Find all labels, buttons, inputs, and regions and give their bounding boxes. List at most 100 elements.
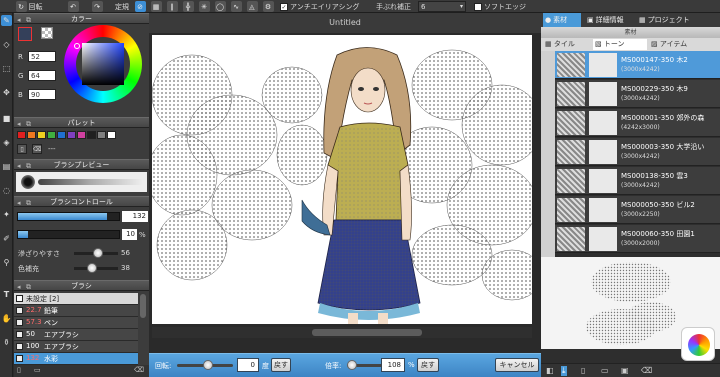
snap-settings-button[interactable]: ⚙ (262, 1, 274, 12)
blur-slider-knob[interactable] (93, 248, 103, 258)
move-tool[interactable]: ✥ (1, 87, 12, 98)
brush-list-item[interactable]: 22.7 鉛筆 (14, 305, 138, 317)
scroll-thumb[interactable] (312, 329, 422, 336)
image-icon[interactable]: ▣ (621, 366, 629, 375)
snap-parallel-button[interactable]: ∥ (166, 1, 178, 12)
hand-tool[interactable]: ✋ (1, 313, 12, 324)
rotate-slider-knob[interactable] (203, 360, 213, 370)
foreground-color-swatch[interactable] (18, 27, 32, 41)
soft-edge-checkbox[interactable]: ソフトエッジ (474, 1, 544, 12)
brush-list-item[interactable]: 57.3 ペン (14, 317, 138, 329)
cancel-button[interactable]: キャンセル (495, 358, 539, 372)
palette-panel-header[interactable]: ◂ ⧉ パレット (14, 117, 149, 128)
palette-swatch[interactable] (107, 131, 116, 139)
palette-swatch[interactable] (67, 131, 76, 139)
red-value-field[interactable]: 52 (28, 51, 56, 62)
download-icon[interactable]: ⤓ (561, 366, 567, 376)
tab-project[interactable]: ▦ プロジェクト (637, 13, 697, 27)
brush-list-scrollbar[interactable] (140, 294, 146, 318)
material-list-item[interactable]: MS000138-350 雲3 (3000x4242) (555, 167, 720, 195)
undo-button[interactable]: ↶ (64, 1, 82, 12)
material-list-item[interactable]: MS000001-350 郊外の森 (4242x3000) (555, 109, 720, 137)
category-icon[interactable]: ◧ (546, 366, 554, 375)
brush-size-slider[interactable] (17, 212, 120, 221)
redo-button[interactable]: ↷ (88, 1, 106, 12)
brush-size-field[interactable]: 132 (122, 211, 148, 222)
new-palette-button[interactable]: ▯ (17, 144, 27, 154)
subtab-item[interactable]: ▨ アイテム (649, 39, 709, 50)
material-list-item[interactable]: MS000147-350 木2 (3000x4242) (555, 51, 720, 79)
ruler-toggle[interactable]: ⊘ (134, 1, 146, 12)
color-picker-handle[interactable] (74, 43, 80, 49)
drawing-canvas[interactable] (152, 35, 532, 324)
material-size: (3000x2000) (621, 240, 660, 247)
gradient-tool[interactable]: ▤ (1, 161, 12, 172)
brush-delete-button[interactable]: ⌫ (134, 366, 144, 374)
select-tool[interactable]: ⬚ (1, 63, 12, 74)
snap-curve-button[interactable]: ∿ (230, 1, 242, 12)
text-tool[interactable]: T (1, 289, 12, 300)
brush-list-item[interactable]: 未設定 [2] (14, 293, 138, 305)
brush-add-button[interactable]: ▯ (17, 366, 21, 374)
snap-cross-button[interactable]: ╬ (182, 1, 194, 12)
palette-swatch[interactable] (57, 131, 66, 139)
palette-swatch[interactable] (17, 131, 26, 139)
antialias-checkbox[interactable]: ✓ アンチエイリアシング (280, 1, 375, 12)
lasso-tool[interactable]: ◌ (1, 185, 12, 196)
blue-value-field[interactable]: 90 (28, 89, 56, 100)
brush-preview-header[interactable]: ◂ ⧉ ブラシプレビュー (14, 159, 149, 170)
snap-radial-button[interactable]: ✳ (198, 1, 210, 12)
material-list-item[interactable]: MS000060-350 田園1 (3000x2000) (555, 225, 720, 253)
subtab-tone[interactable]: ▧ トーン (593, 39, 647, 50)
zoom-reset-button[interactable]: 戻す (417, 358, 439, 372)
folder-icon[interactable]: ▭ (601, 366, 609, 375)
palette-swatch[interactable] (87, 131, 96, 139)
stabilizer-select[interactable]: 6 ▾ (418, 1, 466, 12)
fill-tool[interactable]: ◈ (1, 137, 12, 148)
brush-list-item[interactable]: 50 エアブラシ (14, 329, 138, 341)
tab-material[interactable]: ● 素材 (543, 13, 581, 27)
ruler-button[interactable]: 定規 (112, 1, 132, 12)
page-icon[interactable]: ▯ (581, 366, 585, 375)
zoom-field[interactable]: 108 (381, 358, 405, 372)
brush-list-item[interactable]: 132 水彩 (14, 353, 138, 365)
palette-swatch[interactable] (77, 131, 86, 139)
material-list-item[interactable]: MS000229-350 木9 (3000x4242) (555, 80, 720, 108)
rotate-button[interactable]: ↻ 回転 (14, 1, 44, 12)
brush-list-item[interactable]: 100 エアブラシ (14, 341, 138, 353)
canvas-horizontal-scroll[interactable] (152, 327, 532, 338)
zoom-slider-knob[interactable] (347, 360, 357, 370)
brush-panel-header[interactable]: ◂ ⧉ ブラシ (14, 280, 149, 291)
eyedropper-tool[interactable]: ⚲ (1, 257, 12, 268)
green-value-field[interactable]: 64 (28, 70, 56, 81)
material-list-item[interactable]: MS000003-350 大学沿い (3000x4242) (555, 138, 720, 166)
rotate-reset-button[interactable]: 戻す (271, 358, 291, 372)
eraser-tool[interactable]: ◇ (1, 39, 12, 50)
palette-swatch[interactable] (37, 131, 46, 139)
tab-details[interactable]: ▣ 詳細情報 (585, 13, 631, 27)
palette-swatch[interactable] (27, 131, 36, 139)
pen-select-tool[interactable]: ✐ (1, 233, 12, 244)
brush-control-header[interactable]: ◂ ⧉ ブラシコントロール (14, 196, 149, 207)
snap-off-button[interactable]: ▦ (150, 1, 162, 12)
transparent-color-swatch[interactable] (41, 27, 53, 39)
brush-folder-button[interactable]: ▭ (34, 366, 41, 374)
saturation-value-square[interactable] (82, 43, 124, 85)
material-list-item[interactable]: MS000050-350 ビル2 (3000x2250) (555, 196, 720, 224)
brush-opacity-field[interactable]: 10 (122, 229, 137, 240)
color-fill-slider-knob[interactable] (87, 263, 97, 273)
palette-swatch[interactable] (97, 131, 106, 139)
rotate-angle-field[interactable]: 0 (237, 358, 259, 372)
color-panel-header[interactable]: ◂ ⧉ カラー (14, 13, 149, 24)
pipette-tool[interactable]: ⚱ (1, 337, 12, 348)
snap-circle-button[interactable]: ◯ (214, 1, 226, 12)
delete-palette-button[interactable]: ⌫ (32, 144, 42, 154)
subtab-tile[interactable]: ▦ タイル (543, 39, 591, 50)
trash-icon[interactable]: ⌫ (641, 366, 652, 375)
wand-tool[interactable]: ✦ (1, 209, 12, 220)
palette-swatch[interactable] (47, 131, 56, 139)
snap-perspective-button[interactable]: ◬ (246, 1, 258, 12)
brush-opacity-slider[interactable] (17, 230, 120, 239)
rect-tool[interactable]: ■ (1, 113, 12, 124)
brush-tool[interactable]: ✎ (1, 15, 12, 26)
